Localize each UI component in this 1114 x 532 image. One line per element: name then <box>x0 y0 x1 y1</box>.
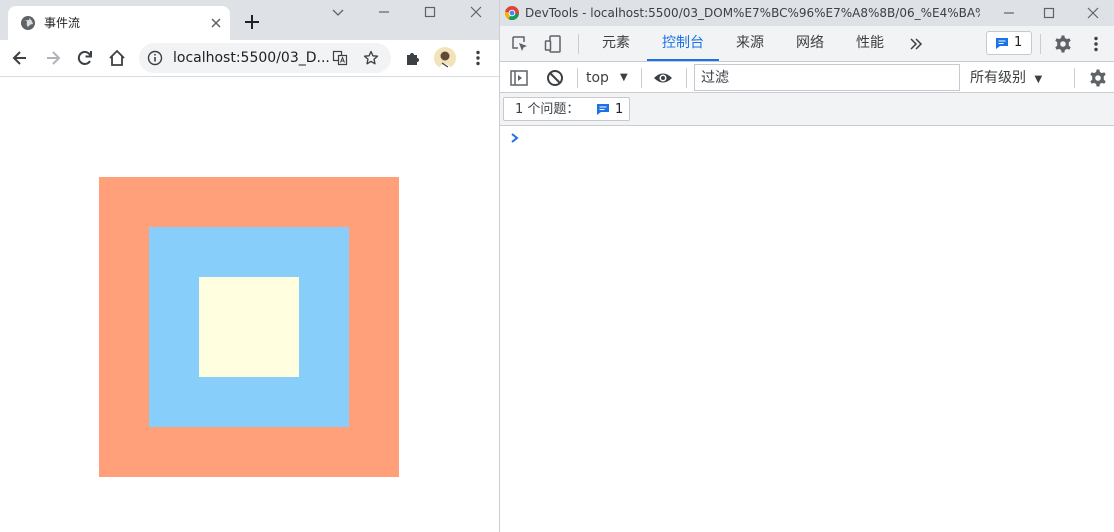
context-value: top <box>586 70 609 86</box>
new-tab-plus-icon[interactable] <box>242 12 262 32</box>
browser-tab[interactable]: 事件流 <box>8 6 230 40</box>
extensions-puzzle-icon[interactable] <box>403 48 423 68</box>
url-text: localhost:5500/03_D... <box>173 50 330 66</box>
chevron-down-icon[interactable] <box>330 4 346 20</box>
translate-icon[interactable] <box>332 50 348 66</box>
console-prompt-chevron-icon[interactable] <box>509 131 521 145</box>
issues-label: 1 个问题： <box>515 102 580 117</box>
issues-bar: 1 个问题： 1 <box>500 93 1114 126</box>
tab-console[interactable]: 控制台 <box>647 26 719 61</box>
levels-label: 所有级别 <box>970 70 1026 86</box>
message-icon <box>996 38 1008 49</box>
dropdown-triangle-icon: ▼ <box>1034 74 1043 85</box>
toolbar-divider <box>1040 34 1041 54</box>
globe-icon <box>21 16 35 30</box>
toolbar-divider <box>578 34 579 54</box>
eye-icon[interactable] <box>653 68 673 88</box>
inner-box[interactable] <box>199 277 299 377</box>
toolbar-divider <box>577 68 578 88</box>
filter-input[interactable]: 过滤 <box>694 64 960 91</box>
tab-title: 事件流 <box>44 16 81 30</box>
chrome-logo-icon <box>504 6 519 21</box>
maximize-icon[interactable] <box>1041 5 1057 21</box>
avatar-icon <box>438 51 452 69</box>
tab-performance[interactable]: 性能 <box>842 26 898 61</box>
back-arrow-icon[interactable] <box>10 48 30 68</box>
issues-count: 1 <box>1014 35 1023 50</box>
tab-strip: 事件流 <box>0 0 499 40</box>
toolbar-divider <box>641 68 642 88</box>
customize-menu-icon[interactable] <box>1086 34 1106 54</box>
console-toolbar: top ▼ 过滤 所有级别 ▼ <box>500 62 1114 93</box>
tab-elements[interactable]: 元素 <box>588 26 644 61</box>
browser-toolbar: localhost:5500/03_D... <box>0 40 499 77</box>
tab-sources[interactable]: 来源 <box>722 26 778 61</box>
middle-box[interactable] <box>149 227 349 427</box>
kebab-menu-icon[interactable] <box>468 48 488 68</box>
home-icon[interactable] <box>107 48 127 68</box>
profile-avatar[interactable] <box>434 47 456 69</box>
dropdown-triangle-icon: ▼ <box>620 72 628 83</box>
screen: 事件流 localhost:5500/03_D... DevTools - lo… <box>0 0 1114 532</box>
filter-placeholder: 过滤 <box>701 70 729 86</box>
log-levels-dropdown[interactable]: 所有级别 ▼ <box>970 68 1042 90</box>
settings-gear-icon[interactable] <box>1053 34 1073 54</box>
page-viewport <box>0 77 499 532</box>
outer-box[interactable] <box>99 177 399 477</box>
devtools-title: DevTools - localhost:5500/03_DOM%E7%BC%9… <box>525 6 980 20</box>
inspect-element-icon[interactable] <box>510 34 530 54</box>
devtools-titlebar: DevTools - localhost:5500/03_DOM%E7%BC%9… <box>500 0 1114 26</box>
tab-network[interactable]: 网络 <box>782 26 838 61</box>
address-bar[interactable]: localhost:5500/03_D... <box>139 43 391 73</box>
toolbar-divider <box>686 68 687 88</box>
forward-arrow-icon[interactable] <box>43 48 63 68</box>
window-close-icon[interactable] <box>1085 5 1101 21</box>
minimize-icon[interactable] <box>1001 5 1017 21</box>
message-icon <box>597 104 609 115</box>
issues-chip-count: 1 <box>615 102 624 117</box>
maximize-icon[interactable] <box>422 4 438 20</box>
sidebar-toggle-icon[interactable] <box>509 68 529 88</box>
minimize-icon[interactable] <box>376 4 392 20</box>
console-settings-gear-icon[interactable] <box>1088 68 1108 88</box>
devtools-window: DevTools - localhost:5500/03_DOM%E7%BC%9… <box>499 0 1114 532</box>
bookmark-star-icon[interactable] <box>363 50 379 66</box>
devtools-tab-bar: 元素 控制台 来源 网络 性能 1 <box>500 26 1114 62</box>
toolbar-divider <box>1074 68 1075 88</box>
close-icon[interactable] <box>208 15 224 31</box>
clear-console-icon[interactable] <box>545 68 565 88</box>
reload-icon[interactable] <box>75 48 95 68</box>
issues-button[interactable]: 1 个问题： 1 <box>503 97 630 121</box>
issues-counter-button[interactable]: 1 <box>986 31 1032 55</box>
more-tabs-chevron-icon[interactable] <box>906 34 926 54</box>
window-close-icon[interactable] <box>468 4 484 20</box>
site-info-icon[interactable] <box>147 50 163 66</box>
browser-window: 事件流 localhost:5500/03_D... <box>0 0 499 532</box>
context-selector[interactable]: top ▼ <box>586 68 634 88</box>
device-toolbar-icon[interactable] <box>543 34 563 54</box>
